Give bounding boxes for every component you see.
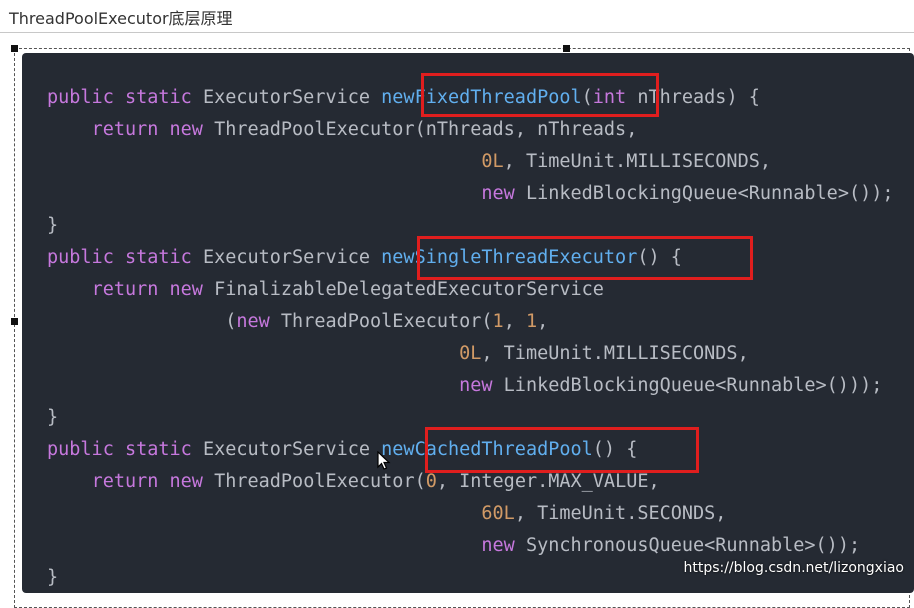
code-token: ThreadPoolExecutor(: [280, 311, 493, 332]
code-token: ThreadPoolExecutor(nThreads, nThreads,: [214, 119, 638, 140]
code-token: ,: [503, 311, 526, 332]
code-line: return new ThreadPoolExecutor(nThreads, …: [47, 118, 638, 142]
watermark: https://blog.csdn.net/lizongxiao: [683, 560, 904, 576]
code-token: ,: [537, 311, 549, 332]
code-line: return new ThreadPoolExecutor(0, Integer…: [47, 470, 660, 494]
code-line: 60L, TimeUnit.SECONDS,: [47, 502, 726, 526]
code-token: ExecutorService: [202, 87, 382, 108]
code-line: (new ThreadPoolExecutor(1, 1,: [47, 310, 548, 334]
code-token: 0L: [459, 343, 482, 364]
code-token: , Integer.MAX_VALUE,: [436, 471, 660, 492]
highlight-newFixedThreadPool: [421, 73, 659, 117]
code-token: new: [236, 311, 281, 332]
code-token: }: [47, 215, 59, 236]
code-token: public static: [47, 439, 203, 460]
code-token: LinkedBlockingQueue<Runnable>()));: [503, 375, 883, 396]
code-token: public static: [47, 87, 203, 108]
highlight-newSingleThreadExecutor: [417, 236, 753, 280]
code-line: new SynchronousQueue<Runnable>());: [47, 534, 860, 558]
resize-handle-middle-left[interactable]: [11, 318, 18, 325]
code-token: new: [481, 535, 526, 556]
code-token: 60L: [481, 503, 515, 524]
code-token: ExecutorService: [202, 439, 382, 460]
code-token: return new: [91, 119, 215, 140]
code-token: 0L: [481, 151, 504, 172]
title-divider: [0, 32, 914, 33]
highlight-newCachedThreadPool: [425, 427, 699, 473]
code-token: }: [47, 567, 59, 588]
page-title: ThreadPoolExecutor底层原理: [9, 9, 233, 28]
code-token: }: [47, 407, 59, 428]
code-line: }: [47, 214, 58, 238]
code-token: SynchronousQueue<Runnable>());: [525, 535, 861, 556]
code-line: }: [47, 566, 58, 590]
code-line: return new FinalizableDelegatedExecutorS…: [47, 278, 604, 302]
code-line: new LinkedBlockingQueue<Runnable>()));: [47, 374, 882, 398]
code-token: return new: [91, 471, 215, 492]
code-token: ThreadPoolExecutor(: [214, 471, 426, 492]
code-token: LinkedBlockingQueue<Runnable>());: [525, 183, 894, 204]
code-token: ExecutorService: [202, 247, 382, 268]
code-token: FinalizableDelegatedExecutorService: [214, 279, 604, 300]
code-line: }: [47, 406, 58, 430]
mouse-cursor-icon: [377, 451, 391, 470]
resize-handle-top-center[interactable]: [563, 45, 570, 52]
code-token: 0: [425, 471, 437, 492]
code-token: , TimeUnit.SECONDS,: [514, 503, 727, 524]
code-line: 0L, TimeUnit.MILLISECONDS,: [47, 342, 749, 366]
code-line: new LinkedBlockingQueue<Runnable>());: [47, 182, 894, 206]
code-token: new: [481, 183, 526, 204]
code-image: public static ExecutorService newFixedTh…: [22, 53, 914, 593]
code-line: 0L, TimeUnit.MILLISECONDS,: [47, 150, 771, 174]
code-token: return new: [91, 279, 215, 300]
code-token: (: [225, 311, 237, 332]
code-token: , TimeUnit.MILLISECONDS,: [503, 151, 771, 172]
code-token: 1: [525, 311, 538, 332]
code-token: 1: [492, 311, 504, 332]
resize-handle-top-left[interactable]: [11, 45, 18, 52]
code-token: , TimeUnit.MILLISECONDS,: [481, 343, 749, 364]
code-token: new: [459, 375, 504, 396]
code-token: public static: [47, 247, 203, 268]
